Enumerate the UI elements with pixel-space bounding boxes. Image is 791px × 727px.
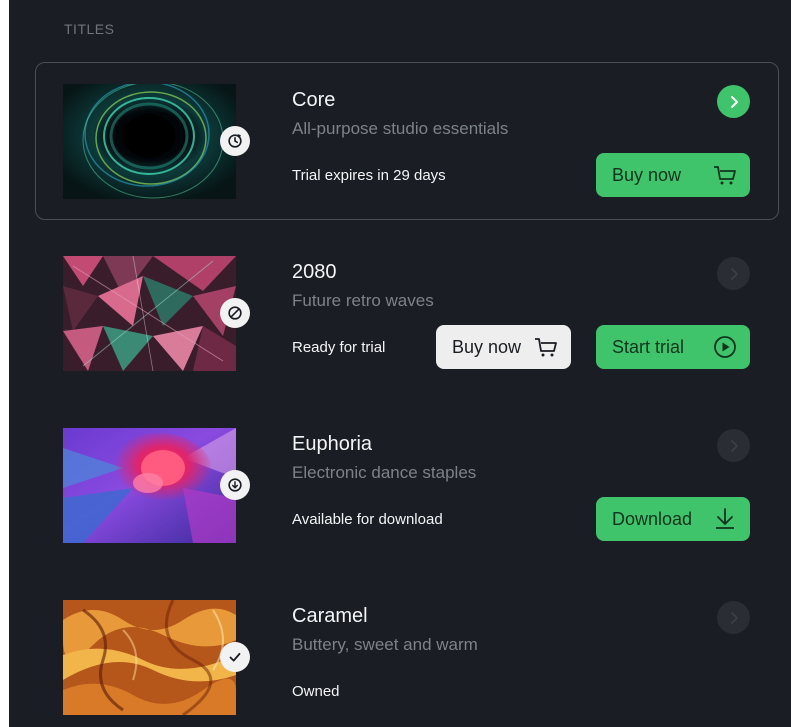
cloud-download-icon (220, 470, 250, 500)
section-label: TITLES (64, 21, 115, 37)
card-subtitle: Buttery, sweet and warm (292, 635, 478, 654)
title-card-2080[interactable]: 2080 Future retro waves Ready for trial … (9, 234, 791, 394)
card-title: Caramel (292, 605, 368, 627)
thumbnail-euphoria (63, 428, 236, 543)
chevron-right-icon (730, 611, 738, 624)
open-details-button[interactable] (717, 85, 750, 118)
card-title: 2080 (292, 261, 337, 283)
open-details-button[interactable] (717, 601, 750, 634)
card-status: Owned (292, 683, 340, 700)
open-details-button[interactable] (717, 429, 750, 462)
open-details-button[interactable] (717, 257, 750, 290)
title-card-caramel[interactable]: Caramel Buttery, sweet and warm Owned (9, 578, 791, 727)
chevron-right-icon (730, 267, 738, 280)
chevron-right-icon (730, 439, 738, 452)
start-trial-label: Start trial (612, 336, 685, 357)
download-label: Download (612, 508, 693, 529)
clock-refresh-icon (220, 126, 250, 156)
chevron-right-icon (730, 95, 738, 108)
cart-icon (714, 166, 736, 185)
card-subtitle: Electronic dance staples (292, 463, 477, 482)
card-title: Euphoria (292, 433, 373, 455)
buy-now-button[interactable]: Buy now (436, 325, 571, 369)
play-icon (714, 336, 736, 358)
thumbnail-2080 (63, 256, 236, 371)
checkmark-icon (220, 642, 250, 672)
title-card-euphoria[interactable]: Euphoria Electronic dance staples Availa… (9, 406, 791, 566)
blocked-icon (220, 298, 250, 328)
buy-now-button[interactable]: Buy now (596, 153, 750, 197)
download-button[interactable]: Download (596, 497, 750, 541)
card-subtitle: All-purpose studio essentials (292, 119, 509, 138)
buy-now-label: Buy now (612, 164, 682, 185)
start-trial-button[interactable]: Start trial (596, 325, 750, 369)
card-title: Core (292, 89, 336, 111)
card-status: Ready for trial (292, 339, 386, 356)
title-card-core[interactable]: Core All-purpose studio essentials Trial… (9, 62, 791, 222)
thumbnail-caramel (63, 600, 236, 715)
buy-now-label: Buy now (452, 336, 522, 357)
download-icon (716, 508, 734, 529)
titles-panel: TITLES Core All-purpose studio essential… (9, 0, 791, 727)
cart-icon (535, 338, 557, 357)
card-subtitle: Future retro waves (292, 291, 434, 310)
card-status: Available for download (292, 511, 443, 528)
card-status: Trial expires in 29 days (292, 167, 446, 184)
thumbnail-core (63, 84, 236, 199)
